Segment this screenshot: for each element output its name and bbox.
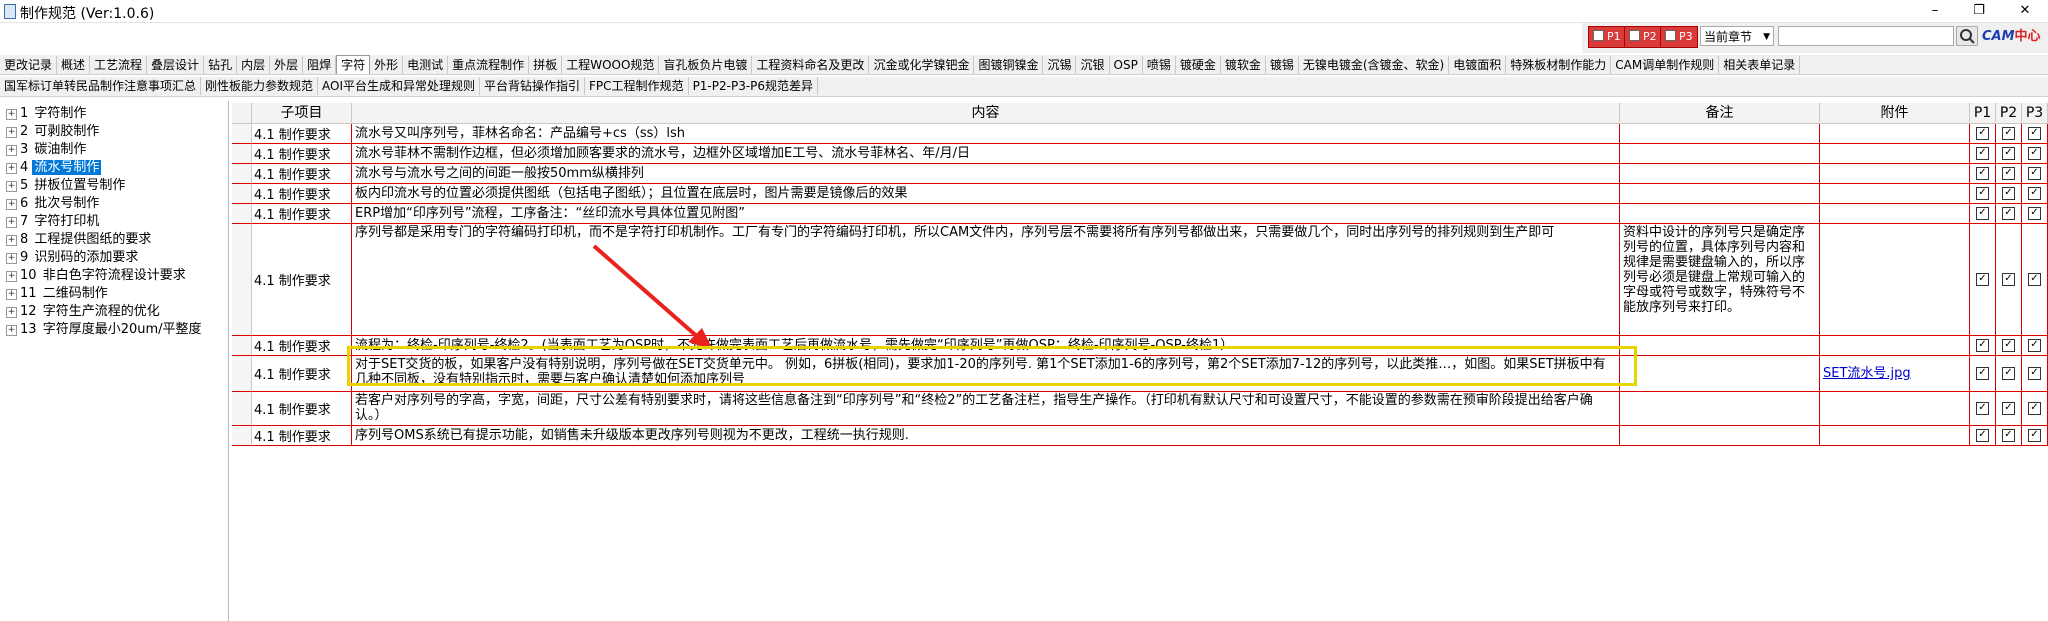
annotation-arrow [592, 244, 713, 350]
